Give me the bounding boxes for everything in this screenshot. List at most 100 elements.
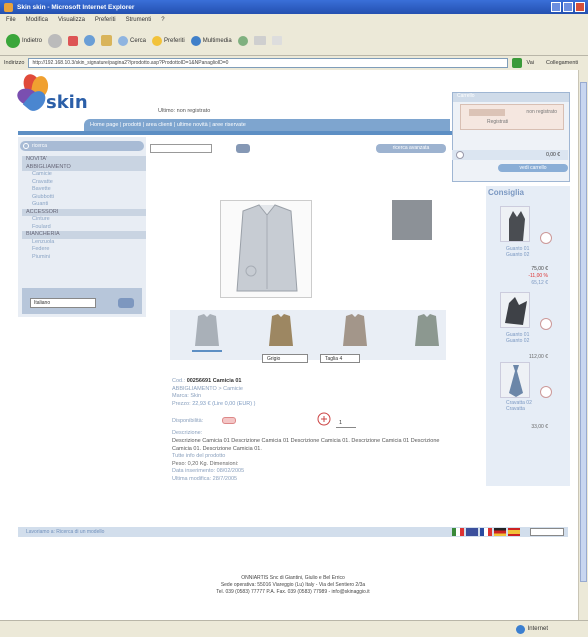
category-item[interactable]: Bavette xyxy=(22,186,146,194)
category-item[interactable]: NOVITA' xyxy=(22,156,146,164)
product-category: ABBIGLIAMENTO > Camicie xyxy=(172,385,243,392)
size-select[interactable]: Taglia 4 xyxy=(320,354,360,363)
cart-add-icon xyxy=(317,412,331,426)
product-description: Descrizione Camicia 01 Descrizione Camic… xyxy=(172,437,440,452)
forward-button[interactable] xyxy=(48,33,63,48)
category-item[interactable]: BIANCHERIA xyxy=(22,231,146,239)
variant-selected-indicator xyxy=(192,350,222,352)
menu-bar: File Modifica Visualizza Preferiti Strum… xyxy=(0,14,588,26)
go-button[interactable]: Vai xyxy=(526,60,534,66)
add-to-cart-button[interactable] xyxy=(316,412,332,426)
rec-item-image-2[interactable] xyxy=(500,292,530,328)
shirt-green-icon xyxy=(415,314,439,346)
multimedia-button[interactable]: Multimedia xyxy=(190,35,232,46)
modify-date: Ultima modifica: 28/7/2005 xyxy=(172,475,238,482)
menu-file[interactable]: File xyxy=(6,17,16,23)
status-bar: Internet xyxy=(0,620,588,637)
category-item[interactable]: Cinture xyxy=(22,216,146,224)
category-item[interactable]: ABBIGLIAMENTO xyxy=(22,163,146,171)
variant-green[interactable] xyxy=(412,314,442,348)
back-button[interactable]: Indietro xyxy=(6,33,42,48)
site-footer: ONNIARTIS Snc di Giantini, Giulio e Bel … xyxy=(18,575,568,596)
links-label[interactable]: Collegamenti xyxy=(546,60,578,66)
security-zone: Internet xyxy=(515,624,548,634)
product-search-input[interactable] xyxy=(150,144,212,153)
favorites-button[interactable]: Preferiti xyxy=(152,35,185,46)
rec-add-button-2[interactable] xyxy=(540,318,552,330)
rec-item-oldprice-1: 75,00 € xyxy=(531,266,548,272)
menu-visualizza[interactable]: Visualizza xyxy=(58,17,85,23)
variant-grey[interactable] xyxy=(192,314,222,348)
vertical-scrollbar[interactable] xyxy=(578,70,588,620)
address-input[interactable]: http://192.168.10.3/skin_signature/pagin… xyxy=(28,58,509,68)
search-bar[interactable]: ricerca xyxy=(20,141,144,151)
search-button[interactable]: Cerca xyxy=(118,35,146,46)
menu-preferiti[interactable]: Preferiti xyxy=(95,17,116,23)
logo-text: skin xyxy=(46,92,88,113)
history-button[interactable] xyxy=(237,35,248,46)
home-button[interactable] xyxy=(101,35,113,46)
magnifier-icon xyxy=(23,143,29,149)
category-item[interactable]: Guanti xyxy=(22,201,146,209)
footer-company: ONNIARTIS Snc di Giantini, Giulio e Bel … xyxy=(241,575,345,581)
close-button[interactable] xyxy=(575,2,585,12)
language-select[interactable]: Italiano xyxy=(30,298,96,308)
rec-add-button-1[interactable] xyxy=(540,232,552,244)
stop-button[interactable] xyxy=(68,35,79,46)
login-field[interactable] xyxy=(469,109,505,116)
category-list: NOVITA' ABBIGLIAMENTO Camicie Cravatte Bavet… xyxy=(22,156,146,261)
rec-item-name-1[interactable]: Guanto 01 Guanto 02 xyxy=(506,246,546,258)
quantity-input[interactable]: 1 xyxy=(336,420,356,428)
product-name: Camicia 01 xyxy=(212,378,242,384)
flag-spain-icon[interactable] xyxy=(508,528,520,536)
footer-contacts: Tel. 039 (0583) 77777 P.A. Fax. 039 (058… xyxy=(216,589,370,595)
go-icon[interactable] xyxy=(512,58,523,68)
rec-add-button-3[interactable] xyxy=(540,386,552,398)
product-brand: Marca: Skin xyxy=(172,393,202,400)
view-cart-button[interactable]: vedi carrello xyxy=(498,164,568,172)
maximize-button[interactable] xyxy=(563,2,573,12)
site-logo[interactable]: skin xyxy=(14,71,88,116)
category-item[interactable]: Federe xyxy=(22,246,146,254)
product-detail-image[interactable] xyxy=(392,200,432,240)
refresh-button[interactable] xyxy=(84,35,96,46)
mail-button[interactable] xyxy=(253,36,266,45)
insert-date: Data inserimento: 08/02/2005 xyxy=(172,468,245,475)
print-button[interactable] xyxy=(271,36,282,45)
menu-help[interactable]: ? xyxy=(161,17,164,23)
rec-item-price-2: 112,00 € xyxy=(528,354,548,360)
flag-uk-icon[interactable] xyxy=(466,528,478,536)
product-main-image[interactable] xyxy=(220,200,312,298)
category-item[interactable]: Cravatte xyxy=(22,179,146,187)
register-link[interactable]: Registrati xyxy=(487,119,563,125)
menu-strumenti[interactable]: Strumenti xyxy=(126,17,152,23)
product-code: 00256691 xyxy=(186,378,212,384)
color-select[interactable]: Grigio xyxy=(262,354,308,363)
rec-item-name-2[interactable]: Guanto 01 Guanto 02 xyxy=(506,332,546,344)
category-item[interactable]: Foulard xyxy=(22,224,146,232)
rec-item-image-3[interactable] xyxy=(500,362,530,398)
variant-beige[interactable] xyxy=(340,314,370,348)
main-nav[interactable]: Home page | prodotti | area clienti | ul… xyxy=(84,119,450,131)
rec-item-name-3[interactable]: Cravatta 02 Cravatta xyxy=(506,400,546,412)
advanced-search-button[interactable]: ricerca avanzata xyxy=(376,144,446,153)
currency-select[interactable] xyxy=(530,528,564,536)
category-item[interactable]: Giubbotti xyxy=(22,194,146,202)
category-item[interactable]: ACCESSORI xyxy=(22,208,146,216)
flag-france-icon[interactable] xyxy=(480,528,492,536)
category-item[interactable]: Camicie xyxy=(22,171,146,179)
rec-item-image-1[interactable] xyxy=(500,206,530,242)
category-item[interactable]: Lenzuola xyxy=(22,239,146,247)
flag-italy-icon[interactable] xyxy=(452,528,464,536)
variant-brown[interactable] xyxy=(266,314,296,348)
product-search-button[interactable] xyxy=(236,144,250,153)
scrollbar-thumb[interactable] xyxy=(580,82,587,582)
menu-modifica[interactable]: Modifica xyxy=(26,17,48,23)
language-go-button[interactable] xyxy=(118,298,134,308)
flag-germany-icon[interactable] xyxy=(494,528,506,536)
minimize-button[interactable] xyxy=(551,2,561,12)
category-item[interactable]: Piumini xyxy=(22,254,146,262)
star-icon xyxy=(152,35,163,46)
footer-address: Sede operativa: 55016 Viareggio (Lu) Ita… xyxy=(220,582,366,588)
code-label: Cod.: xyxy=(172,378,186,384)
